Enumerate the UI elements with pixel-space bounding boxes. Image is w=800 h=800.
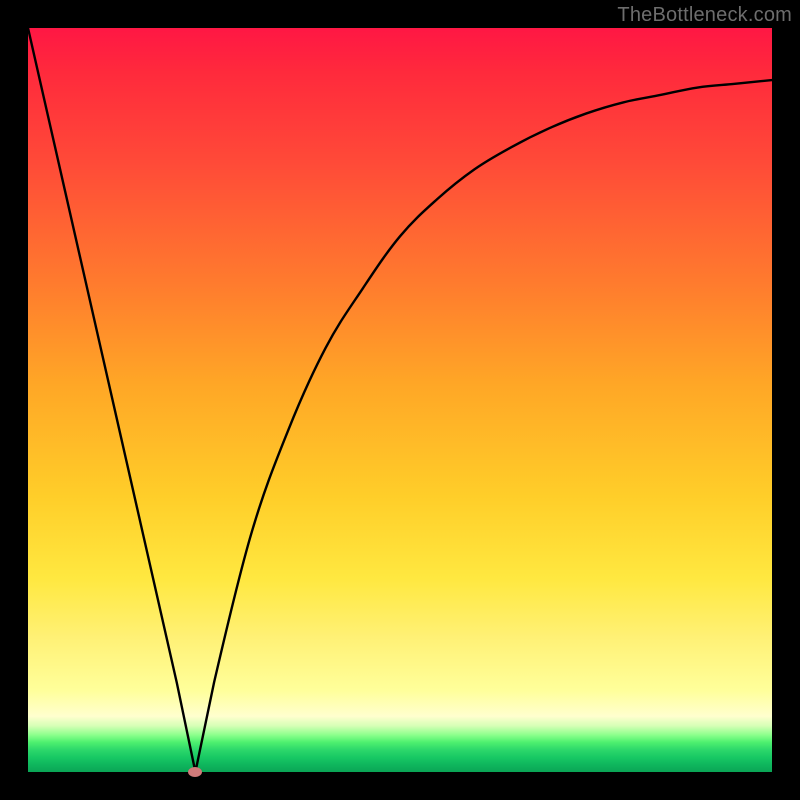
optimal-point-marker — [188, 767, 202, 777]
plot-area — [28, 28, 772, 772]
chart-frame: TheBottleneck.com — [0, 0, 800, 800]
bottleneck-curve — [28, 28, 772, 772]
watermark-text: TheBottleneck.com — [617, 4, 792, 27]
